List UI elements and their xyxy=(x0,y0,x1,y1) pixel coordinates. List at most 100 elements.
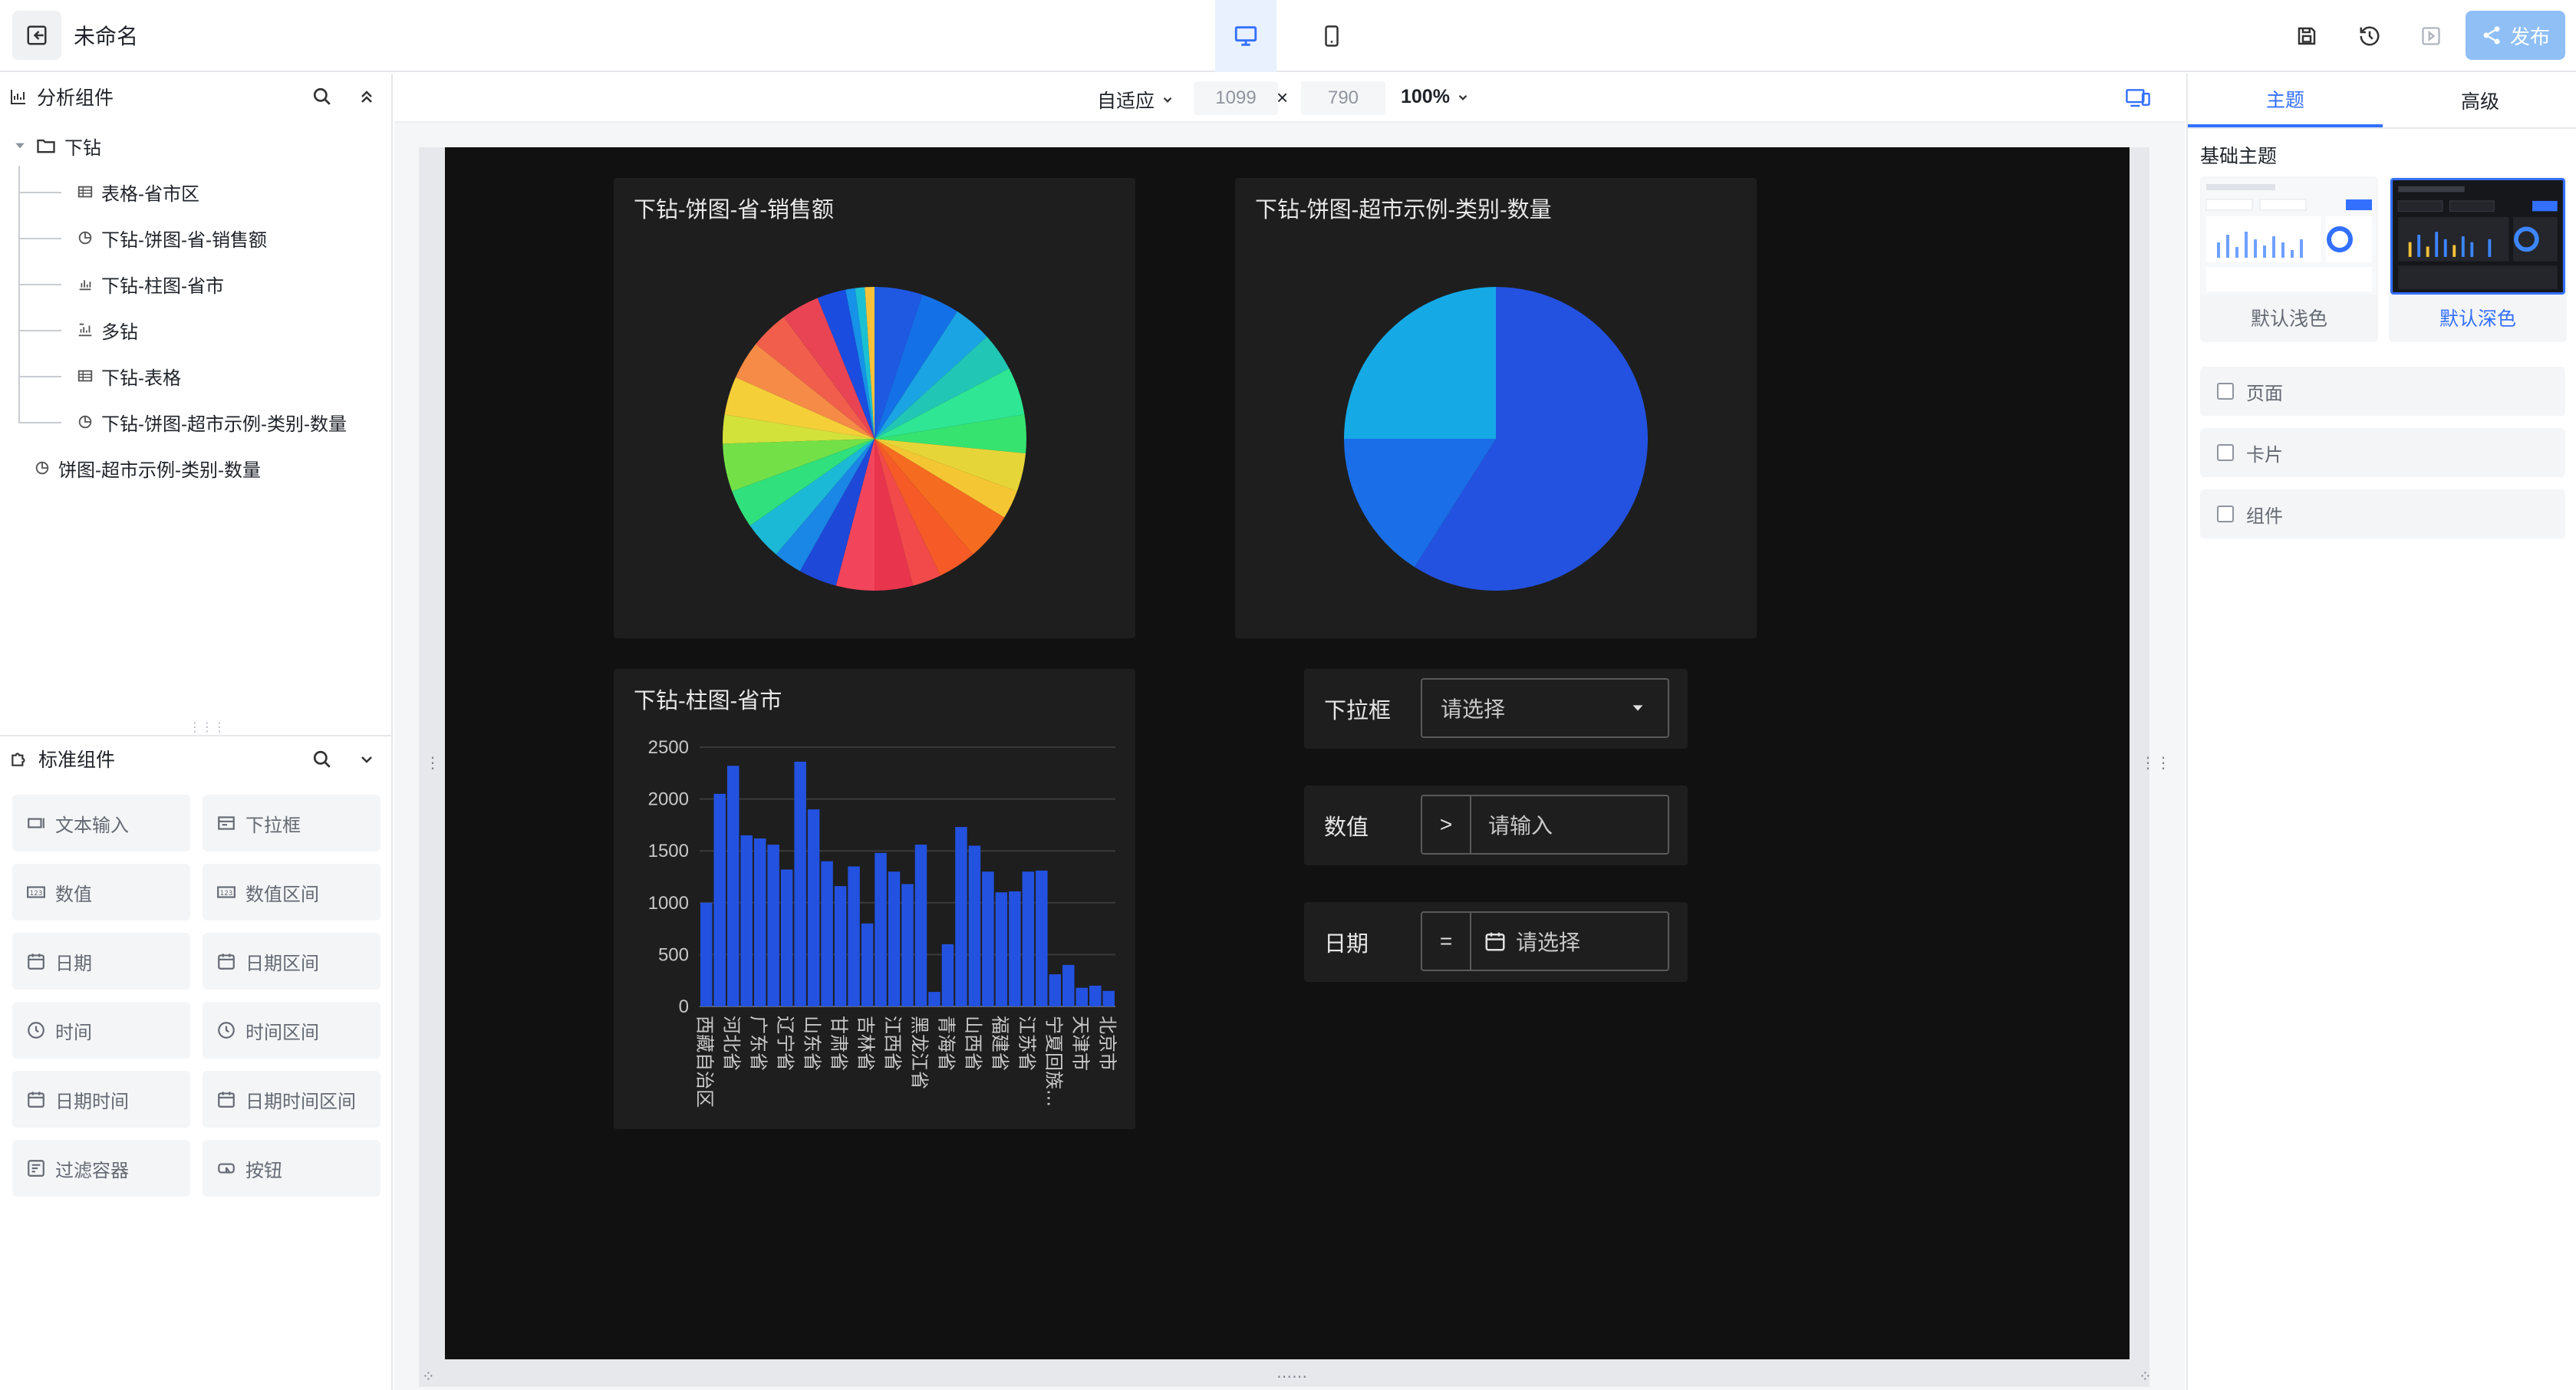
bar[interactable] xyxy=(834,886,847,1006)
adapt-select[interactable]: 自适应 xyxy=(1097,86,1174,114)
corner-resize-handle-left[interactable]: ⁘ xyxy=(422,1367,435,1386)
right-resize-handle[interactable]: ⋮⋮ xyxy=(2140,753,2171,772)
bar[interactable] xyxy=(848,866,860,1006)
caret-down-icon[interactable] xyxy=(12,138,28,153)
date-filter-input[interactable]: = 请选择 xyxy=(1421,911,1669,971)
standard-collapse-button[interactable] xyxy=(354,747,379,772)
bar[interactable] xyxy=(753,838,766,1006)
theme-light-card[interactable]: 默认浅色 xyxy=(2200,176,2378,342)
pie-sales-card[interactable]: 下钻-饼图-省-销售额 xyxy=(614,178,1135,638)
component-clock-range[interactable]: 时间区间 xyxy=(203,1002,380,1059)
pie-icon xyxy=(35,461,49,475)
bar[interactable] xyxy=(1062,964,1075,1006)
card-style-option[interactable]: 卡片 xyxy=(2200,428,2565,477)
mobile-view-button[interactable] xyxy=(1301,0,1362,72)
bar[interactable] xyxy=(901,884,914,1006)
history-button[interactable] xyxy=(2350,17,2389,55)
tree-item[interactable]: 饼图-超市示例-类别-数量 xyxy=(0,445,391,491)
standard-search-button[interactable] xyxy=(310,747,334,772)
bar[interactable] xyxy=(780,869,793,1006)
analysis-collapse-button[interactable] xyxy=(354,84,379,109)
component-checkbox[interactable] xyxy=(2217,506,2234,522)
document-title[interactable]: 未命名 xyxy=(74,20,138,51)
bar[interactable] xyxy=(955,827,967,1006)
tree-item[interactable]: 下钻 xyxy=(0,123,391,169)
desktop-view-button[interactable] xyxy=(1215,0,1276,72)
device-preview-toggle[interactable] xyxy=(2125,86,2151,113)
panel-splitter[interactable]: ⋮⋮⋮ xyxy=(189,720,226,735)
bar[interactable] xyxy=(740,835,753,1006)
bar-province-card[interactable]: 下钻-柱图-省市 0 500 1000 1500 2000 2500 西藏自治区 河北省 广东省… xyxy=(614,669,1135,1129)
bar[interactable] xyxy=(1009,891,1021,1006)
zoom-select[interactable]: 100% xyxy=(1401,86,1470,108)
canvas-width-input[interactable]: 1099 xyxy=(1194,81,1278,115)
bar[interactable] xyxy=(700,902,713,1006)
bar[interactable] xyxy=(941,944,954,1006)
component-number[interactable]: 123 数值 xyxy=(12,864,190,921)
pie-slice[interactable] xyxy=(1344,287,1496,439)
page-checkbox[interactable] xyxy=(2217,383,2234,400)
bar[interactable] xyxy=(1049,974,1062,1006)
component-style-option[interactable]: 组件 xyxy=(2200,489,2565,539)
bar[interactable] xyxy=(767,845,779,1006)
bar-chart-icon xyxy=(11,90,25,104)
x-tick-label: 黑龙江省 xyxy=(908,1016,930,1089)
save-button[interactable] xyxy=(2288,17,2326,55)
number-icon: 123 xyxy=(27,886,45,898)
bar[interactable] xyxy=(914,845,927,1006)
bar[interactable] xyxy=(928,992,940,1006)
corner-resize-handle-right[interactable]: ⁘ xyxy=(2139,1367,2152,1386)
bar[interactable] xyxy=(982,871,994,1006)
component-datetime[interactable]: 日期时间 xyxy=(12,1071,190,1128)
component-datetime-range[interactable]: 日期时间区间 xyxy=(203,1071,380,1128)
component-dropdown[interactable]: 下拉框 xyxy=(203,795,380,851)
publish-button[interactable]: 发布 xyxy=(2466,11,2565,60)
bar[interactable] xyxy=(713,793,726,1006)
page-style-option[interactable]: 页面 xyxy=(2200,367,2565,416)
tab-advanced[interactable]: 高级 xyxy=(2383,74,2576,127)
standard-header-label: 标准组件 xyxy=(38,749,116,771)
tab-theme[interactable]: 主题 xyxy=(2188,74,2383,127)
component-text-input[interactable]: 文本输入 xyxy=(12,795,190,851)
card-checkbox[interactable] xyxy=(2217,444,2234,461)
bar[interactable] xyxy=(1022,871,1035,1006)
bar[interactable] xyxy=(794,761,806,1006)
bar[interactable] xyxy=(1036,870,1048,1006)
canvas-height-input[interactable]: 790 xyxy=(1301,81,1385,115)
component-filter-container[interactable]: 过滤容器 xyxy=(12,1140,190,1197)
bar[interactable] xyxy=(1076,987,1089,1006)
bar[interactable] xyxy=(861,923,874,1006)
component-clock[interactable]: 时间 xyxy=(12,1002,190,1059)
component-number-range[interactable]: 123 数值区间 xyxy=(203,864,380,921)
component-button[interactable]: 按钮 xyxy=(203,1140,380,1197)
bar[interactable] xyxy=(821,861,833,1006)
pie-sales-chart[interactable] xyxy=(614,178,1135,638)
bar[interactable] xyxy=(807,809,820,1006)
search-icon xyxy=(313,87,331,105)
bar[interactable] xyxy=(968,845,981,1006)
number-range-icon: 123 xyxy=(217,886,236,898)
text-input-icon xyxy=(28,818,44,828)
date-operator[interactable]: = xyxy=(1422,913,1471,970)
analysis-search-button[interactable] xyxy=(310,84,334,109)
bar[interactable] xyxy=(995,892,1008,1006)
pie-category-card[interactable]: 下钻-饼图-超市示例-类别-数量 xyxy=(1235,178,1757,638)
number-operator[interactable]: > xyxy=(1422,796,1471,853)
bar[interactable] xyxy=(888,871,901,1006)
bar[interactable] xyxy=(726,766,740,1006)
component-calendar-range[interactable]: 日期区间 xyxy=(203,933,380,990)
theme-dark-card[interactable]: 默认深色 xyxy=(2389,176,2567,342)
bar[interactable] xyxy=(1102,990,1115,1006)
preview-button[interactable] xyxy=(2412,17,2450,55)
x-tick-label: 江西省 xyxy=(882,1016,904,1071)
bar-province-chart[interactable]: 0 500 1000 1500 2000 2500 西藏自治区 河北省 广东省 辽宁省 山东省 甘肃省… xyxy=(614,669,1135,1129)
tree-connector xyxy=(18,422,61,423)
component-calendar[interactable]: 日期 xyxy=(12,933,190,990)
back-button[interactable] xyxy=(12,11,61,60)
bar[interactable] xyxy=(1089,985,1102,1006)
bar[interactable] xyxy=(875,852,887,1006)
dropdown-filter-select[interactable]: 请选择 xyxy=(1421,678,1669,738)
bottom-resize-handle[interactable]: ⋯⋯ xyxy=(1276,1367,1307,1386)
pie-category-chart[interactable] xyxy=(1235,178,1757,638)
number-filter-input[interactable]: > 请输入 xyxy=(1421,795,1669,855)
